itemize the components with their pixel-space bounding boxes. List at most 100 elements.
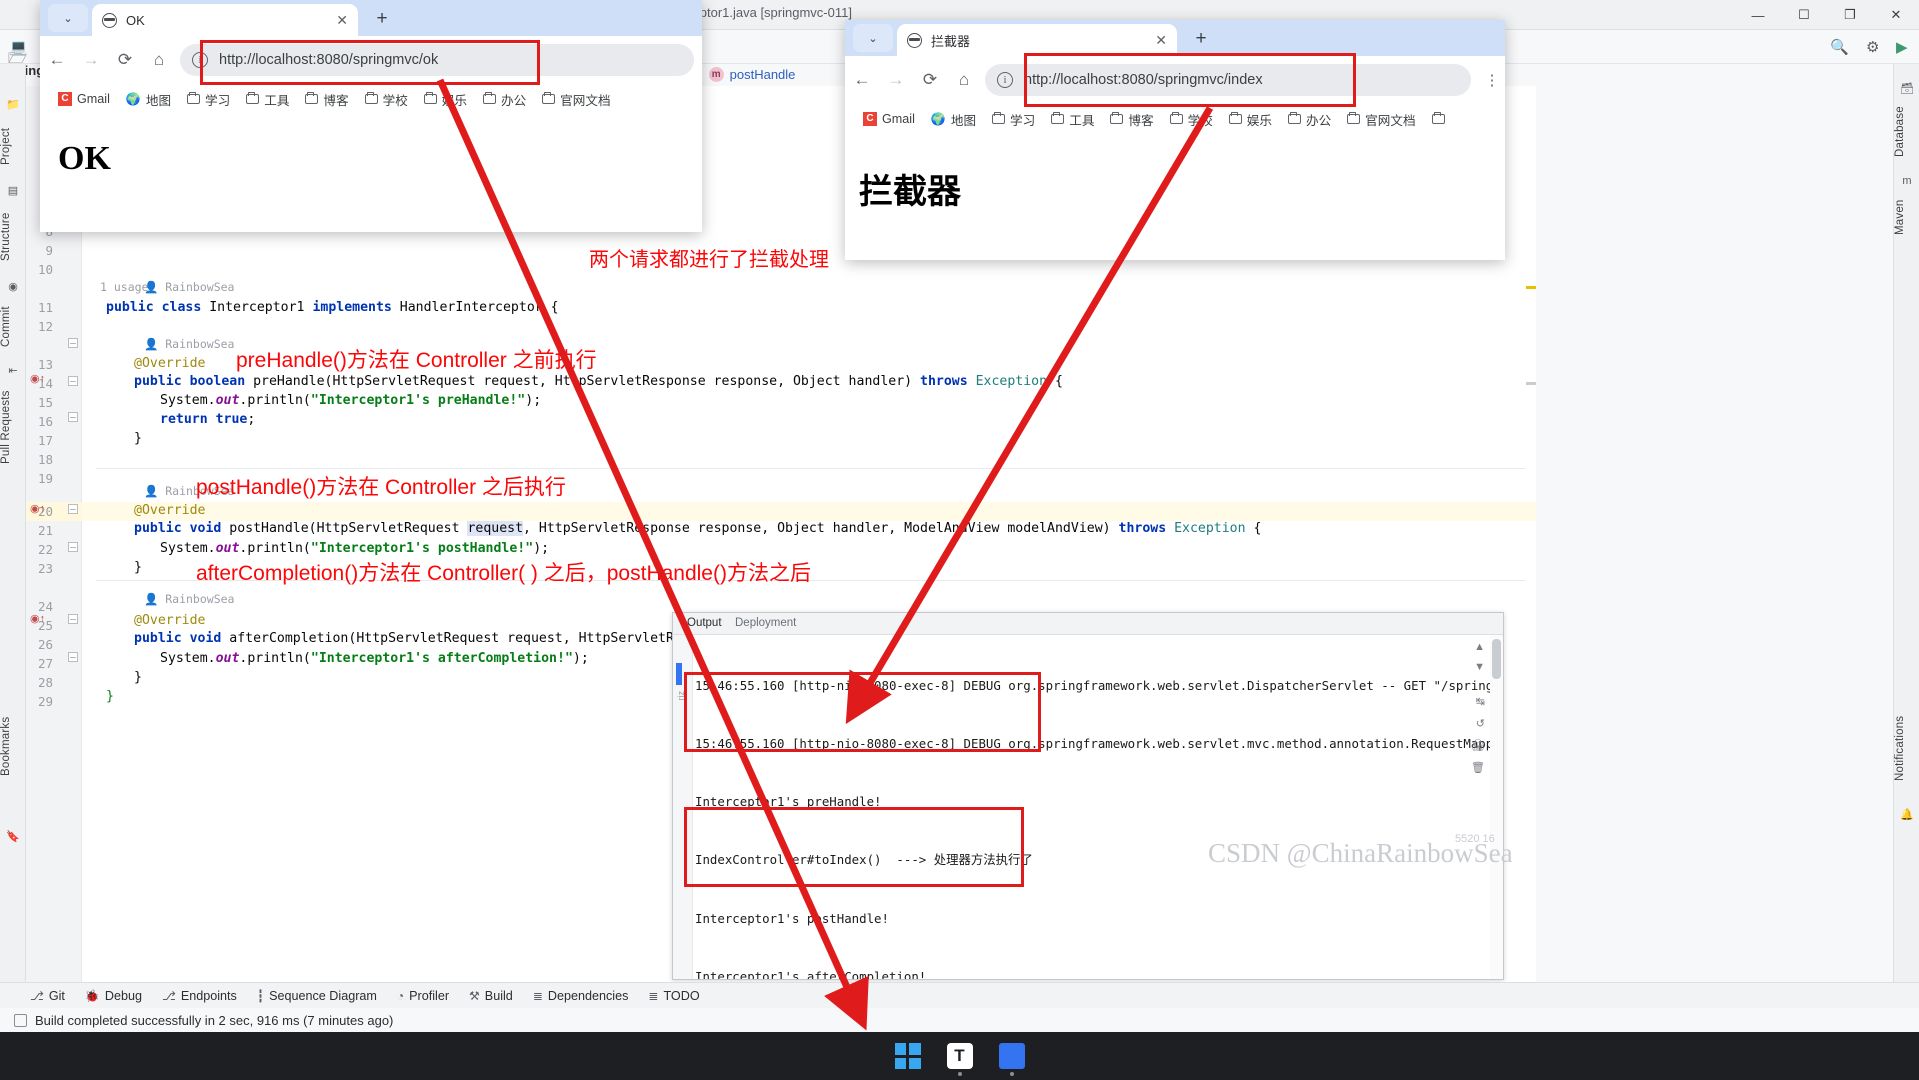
new-tab-button[interactable]: + bbox=[370, 8, 394, 30]
tab-search-chevron-icon[interactable]: ⌄ bbox=[853, 24, 893, 52]
forward-icon[interactable]: → bbox=[879, 70, 913, 90]
back-icon[interactable]: ← bbox=[40, 50, 74, 70]
bookmark-office[interactable]: 办公 bbox=[1282, 107, 1337, 132]
sidebar-item-pull-requests[interactable]: Pull Requests bbox=[0, 380, 26, 474]
print-icon[interactable]: 🖨 bbox=[1471, 739, 1485, 752]
output-tab-bar[interactable]: Output Deployment bbox=[673, 613, 1504, 635]
bookmark-blog[interactable]: 博客 bbox=[299, 87, 354, 112]
home-icon[interactable]: ⌂ bbox=[142, 50, 176, 70]
soft-wrap-icon[interactable]: ↺ bbox=[1476, 717, 1485, 730]
sidebar-item-commit[interactable]: Commit bbox=[0, 296, 26, 358]
bookmark-overflow[interactable] bbox=[1426, 111, 1451, 127]
bottom-item-profiler[interactable]: ◔Profiler bbox=[397, 989, 449, 1003]
word-icon[interactable] bbox=[999, 1043, 1025, 1069]
tab-output[interactable]: Output bbox=[687, 617, 722, 629]
bookmark-study[interactable]: 学习 bbox=[986, 107, 1041, 132]
fold-handle[interactable]: ─ bbox=[68, 652, 78, 662]
bookmark-official-docs[interactable]: 官网文档 bbox=[536, 87, 616, 112]
reload-icon[interactable]: ⟳ bbox=[108, 50, 142, 70]
ide-restore-button[interactable]: ❐ bbox=[1827, 0, 1873, 30]
bookmark-map[interactable]: 🌍地图 bbox=[120, 87, 177, 112]
ide-minimize-button[interactable]: — bbox=[1735, 0, 1781, 30]
bottom-item-debug[interactable]: 🐞Debug bbox=[85, 989, 142, 1003]
wrap-text-icon[interactable]: ↹ bbox=[1476, 695, 1485, 708]
ide-close-button[interactable]: ✕ bbox=[1873, 0, 1919, 30]
forward-icon[interactable]: → bbox=[74, 50, 108, 70]
ide-maximize-button[interactable]: ☐ bbox=[1781, 0, 1827, 30]
bottom-item-git[interactable]: ⎇Git bbox=[30, 989, 65, 1003]
folder-icon bbox=[542, 94, 555, 104]
bookmark-tools[interactable]: 工具 bbox=[1045, 107, 1100, 132]
new-tab-button[interactable]: + bbox=[1189, 28, 1213, 50]
bookmark-map[interactable]: 🌍地图 bbox=[925, 107, 982, 132]
bookmark-office[interactable]: 办公 bbox=[477, 87, 532, 112]
close-icon[interactable]: ✕ bbox=[336, 12, 348, 29]
scroll-marker[interactable] bbox=[1526, 382, 1536, 385]
bookmark-entertainment[interactable]: 娱乐 bbox=[418, 87, 473, 112]
bookmarks-bar[interactable]: CGmail 🌍地图 学习 工具 博客 学校 娱乐 办公 官网文档 bbox=[845, 104, 1505, 134]
output-scrollbar[interactable] bbox=[1490, 635, 1503, 980]
bookmark-entertainment[interactable]: 娱乐 bbox=[1223, 107, 1278, 132]
bottom-item-endpoints[interactable]: ⎇Endpoints bbox=[162, 989, 237, 1003]
run-output-panel[interactable]: Output Deployment riz 15:46:55.160 [http… bbox=[672, 612, 1504, 980]
fold-handle[interactable]: ─ bbox=[68, 412, 78, 422]
sidebar-item-database[interactable]: Database bbox=[1894, 98, 1919, 166]
override-gutter-icon[interactable]: ◉↑ bbox=[30, 502, 45, 515]
scroll-down-icon[interactable]: ▼ bbox=[1474, 661, 1485, 673]
trash-icon[interactable]: 🗑 bbox=[1471, 761, 1485, 774]
browser-tab[interactable]: 拦截器 ✕ bbox=[897, 24, 1177, 56]
bookmark-tools[interactable]: 工具 bbox=[240, 87, 295, 112]
browser-tab[interactable]: OK ✕ bbox=[92, 4, 358, 36]
tab-deployment[interactable]: Deployment bbox=[735, 617, 796, 629]
bookmark-blog[interactable]: 博客 bbox=[1104, 107, 1159, 132]
reload-icon[interactable]: ⟳ bbox=[913, 70, 947, 90]
bookmark-study[interactable]: 学习 bbox=[181, 87, 236, 112]
bottom-item-build[interactable]: ⚒Build bbox=[469, 989, 513, 1003]
settings-gear-icon[interactable]: ⚙ bbox=[1866, 38, 1879, 56]
address-bar[interactable]: i http://localhost:8080/springmvc/ok bbox=[180, 44, 694, 76]
start-icon[interactable] bbox=[895, 1043, 921, 1069]
console-log[interactable]: 15:46:55.160 [http-nio-8080-exec-8] DEBU… bbox=[695, 637, 1485, 980]
bottom-toolbar[interactable]: ⎇Git 🐞Debug ⎇Endpoints ┇Sequence Diagram… bbox=[0, 982, 1919, 1008]
site-info-icon[interactable]: i bbox=[192, 52, 208, 68]
site-info-icon[interactable]: i bbox=[997, 72, 1013, 88]
home-icon[interactable]: ⌂ bbox=[947, 70, 981, 90]
fold-handle[interactable]: ─ bbox=[68, 376, 78, 386]
tab-search-chevron-icon[interactable]: ⌄ bbox=[48, 4, 88, 32]
sidebar-item-project[interactable]: Project bbox=[0, 114, 26, 178]
browser-window-interceptor[interactable]: ⌄ 拦截器 ✕ + ← → ⟳ ⌂ i http://localhost:808… bbox=[845, 20, 1505, 260]
browser-menu-icon[interactable]: ⋮ bbox=[1479, 71, 1505, 89]
bottom-item-sequence-diagram[interactable]: ┇Sequence Diagram bbox=[257, 989, 377, 1003]
close-icon[interactable]: ✕ bbox=[1155, 32, 1167, 49]
bookmark-school[interactable]: 学校 bbox=[1164, 107, 1219, 132]
address-bar[interactable]: i http://localhost:8080/springmvc/index bbox=[985, 64, 1471, 96]
output-scrollbar-thumb[interactable] bbox=[1492, 639, 1501, 679]
bookmark-gmail[interactable]: CGmail bbox=[857, 109, 921, 129]
fold-handle[interactable]: ─ bbox=[68, 338, 78, 348]
run-button[interactable]: ▶ bbox=[1896, 38, 1908, 56]
browser-window-ok[interactable]: ⌄ OK ✕ + ← → ⟳ ⌂ i http://localhost:8080… bbox=[40, 0, 702, 232]
sidebar-item-maven[interactable]: Maven bbox=[1894, 190, 1919, 244]
override-gutter-icon[interactable]: ◉↑ bbox=[30, 612, 45, 625]
bookmark-official-docs[interactable]: 官网文档 bbox=[1341, 107, 1421, 132]
back-icon[interactable]: ← bbox=[845, 70, 879, 90]
scroll-marker[interactable] bbox=[1526, 286, 1536, 289]
usage-hint[interactable]: 1 usage bbox=[100, 280, 148, 294]
scroll-up-icon[interactable]: ▲ bbox=[1474, 641, 1485, 653]
breadcrumb-method[interactable]: postHandle bbox=[730, 67, 796, 82]
fold-handle[interactable]: ─ bbox=[68, 504, 78, 514]
bookmark-gmail[interactable]: CGmail bbox=[52, 89, 116, 109]
override-gutter-icon[interactable]: ◉↑ bbox=[30, 372, 45, 385]
bookmarks-bar[interactable]: CGmail 🌍地图 学习 工具 博客 学校 娱乐 办公 官网文档 bbox=[40, 84, 702, 114]
fold-handle[interactable]: ─ bbox=[68, 542, 78, 552]
search-everywhere-icon[interactable]: 🔍 bbox=[1830, 38, 1849, 56]
bottom-item-dependencies[interactable]: ≣Dependencies bbox=[533, 989, 629, 1003]
teams-icon[interactable]: T bbox=[947, 1043, 973, 1069]
sidebar-item-bookmarks[interactable]: Bookmarks bbox=[0, 704, 26, 788]
bookmark-school[interactable]: 学校 bbox=[359, 87, 414, 112]
fold-handle[interactable]: ─ bbox=[68, 614, 78, 624]
bottom-item-todo[interactable]: ≣TODO bbox=[648, 989, 699, 1003]
sidebar-item-notifications[interactable]: Notifications bbox=[1894, 694, 1919, 802]
sidebar-item-structure[interactable]: Structure bbox=[0, 200, 26, 274]
windows-taskbar[interactable]: T bbox=[0, 1032, 1919, 1080]
